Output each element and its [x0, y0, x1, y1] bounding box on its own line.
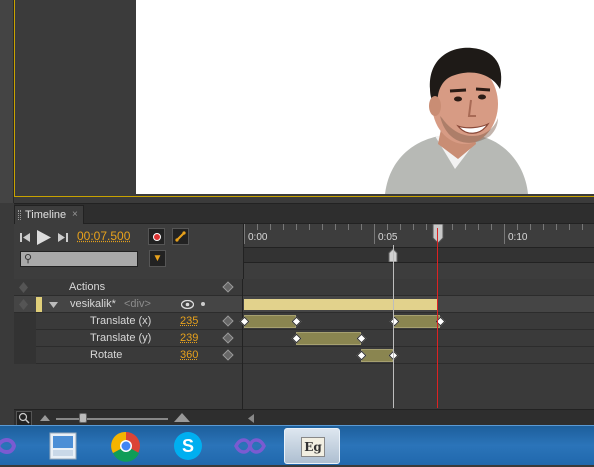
- zoom-in-icon[interactable]: [174, 413, 190, 422]
- zoom-out-icon[interactable]: [40, 415, 50, 421]
- ruler-label: 0:05: [378, 232, 398, 243]
- actions-row[interactable]: Actions: [14, 279, 594, 296]
- action-icon: [19, 282, 28, 293]
- auto-transition-button[interactable]: [172, 228, 189, 245]
- action-icon: [19, 299, 28, 310]
- vesikalik-image[interactable]: [380, 44, 530, 194]
- go-to-end-icon[interactable]: [58, 233, 68, 242]
- svg-text:S: S: [182, 436, 194, 456]
- time-ruler[interactable]: 0:00 0:05 0:10: [243, 224, 594, 279]
- element-color-tag: [36, 297, 42, 312]
- grip-icon[interactable]: [18, 210, 21, 220]
- go-to-start-icon[interactable]: [20, 233, 30, 242]
- tab-timeline[interactable]: Timeline ×: [14, 205, 84, 224]
- play-icon[interactable]: [36, 229, 52, 246]
- search-icon: ⚲: [24, 253, 33, 265]
- taskbar-app[interactable]: [222, 428, 278, 464]
- search-input[interactable]: ⚲: [20, 251, 138, 267]
- transition-bar[interactable]: [394, 315, 440, 328]
- transition-icon: [175, 231, 186, 242]
- edge-animate-icon: Eg: [301, 437, 325, 457]
- actions-label: Actions: [69, 281, 106, 293]
- keyframe-add-icon[interactable]: [222, 281, 234, 293]
- element-tag: <div>: [124, 298, 151, 310]
- playhead-handle[interactable]: [432, 224, 444, 244]
- transition-bar[interactable]: [244, 315, 296, 328]
- element-track-bar[interactable]: [244, 299, 438, 310]
- lock-dot-icon[interactable]: [201, 302, 205, 306]
- playback-controls: 00:07.500 ⚲ ▼: [14, 224, 242, 279]
- taskbar-app[interactable]: [36, 428, 92, 464]
- timeline-bottom-bar: [14, 409, 594, 426]
- timeline-panel: Timeline × 00:07.500 ⚲ ▼ 0:00 0:05 0:10 …: [14, 203, 594, 426]
- playhead-line: [437, 228, 438, 408]
- keyframe-add-icon[interactable]: [222, 332, 234, 344]
- keyframe-add-icon[interactable]: [222, 349, 234, 361]
- eye-icon[interactable]: [181, 300, 194, 309]
- auto-keyframe-button[interactable]: [148, 228, 165, 245]
- zoom-icon: [18, 412, 30, 424]
- pin-track[interactable]: [244, 247, 594, 263]
- keyframe-add-icon[interactable]: [222, 315, 234, 327]
- file-manager-icon: [49, 432, 77, 460]
- property-label: Translate (x): [90, 315, 152, 327]
- property-value[interactable]: 239: [180, 332, 198, 344]
- property-row[interactable]: Rotate 360: [14, 347, 594, 364]
- windows-taskbar: S Eg: [0, 425, 594, 465]
- transition-bar[interactable]: [296, 332, 361, 345]
- vs-icon: [234, 438, 266, 454]
- time-display[interactable]: 00:07.500: [77, 229, 130, 243]
- zoom-slider-handle[interactable]: [79, 413, 87, 423]
- property-value[interactable]: 235: [180, 315, 198, 327]
- tab-timeline-label: Timeline: [25, 209, 67, 221]
- filter-button[interactable]: ▼: [149, 250, 166, 267]
- pin-line: [393, 245, 394, 408]
- panel-divider[interactable]: [242, 279, 243, 409]
- tools-panel: [0, 0, 14, 203]
- property-row[interactable]: Translate (x) 235: [14, 313, 594, 330]
- taskbar-app[interactable]: [0, 428, 28, 464]
- property-label: Rotate: [90, 349, 123, 361]
- ruler-label: 0:10: [508, 232, 528, 243]
- close-icon[interactable]: ×: [72, 209, 78, 220]
- taskbar-app[interactable]: S: [160, 428, 216, 464]
- taskbar-app-active[interactable]: Eg: [284, 428, 340, 464]
- property-label: Translate (y): [90, 332, 152, 344]
- chrome-icon: [111, 431, 140, 462]
- record-icon: [153, 233, 161, 241]
- filter-icon: ▼: [152, 253, 163, 264]
- chevron-down-icon[interactable]: [49, 302, 58, 308]
- ruler-label: 0:00: [248, 232, 268, 243]
- scroll-left-icon[interactable]: [248, 414, 254, 423]
- skype-icon: S: [174, 432, 202, 460]
- element-name: vesikalik*: [70, 298, 116, 310]
- zoom-slider[interactable]: [56, 418, 168, 420]
- zoom-to-fit-button[interactable]: [16, 411, 32, 426]
- taskbar-app[interactable]: [98, 428, 154, 464]
- property-value[interactable]: 360: [180, 349, 198, 361]
- vs-icon: [0, 438, 17, 454]
- timeline-tab-bar: Timeline ×: [14, 204, 594, 224]
